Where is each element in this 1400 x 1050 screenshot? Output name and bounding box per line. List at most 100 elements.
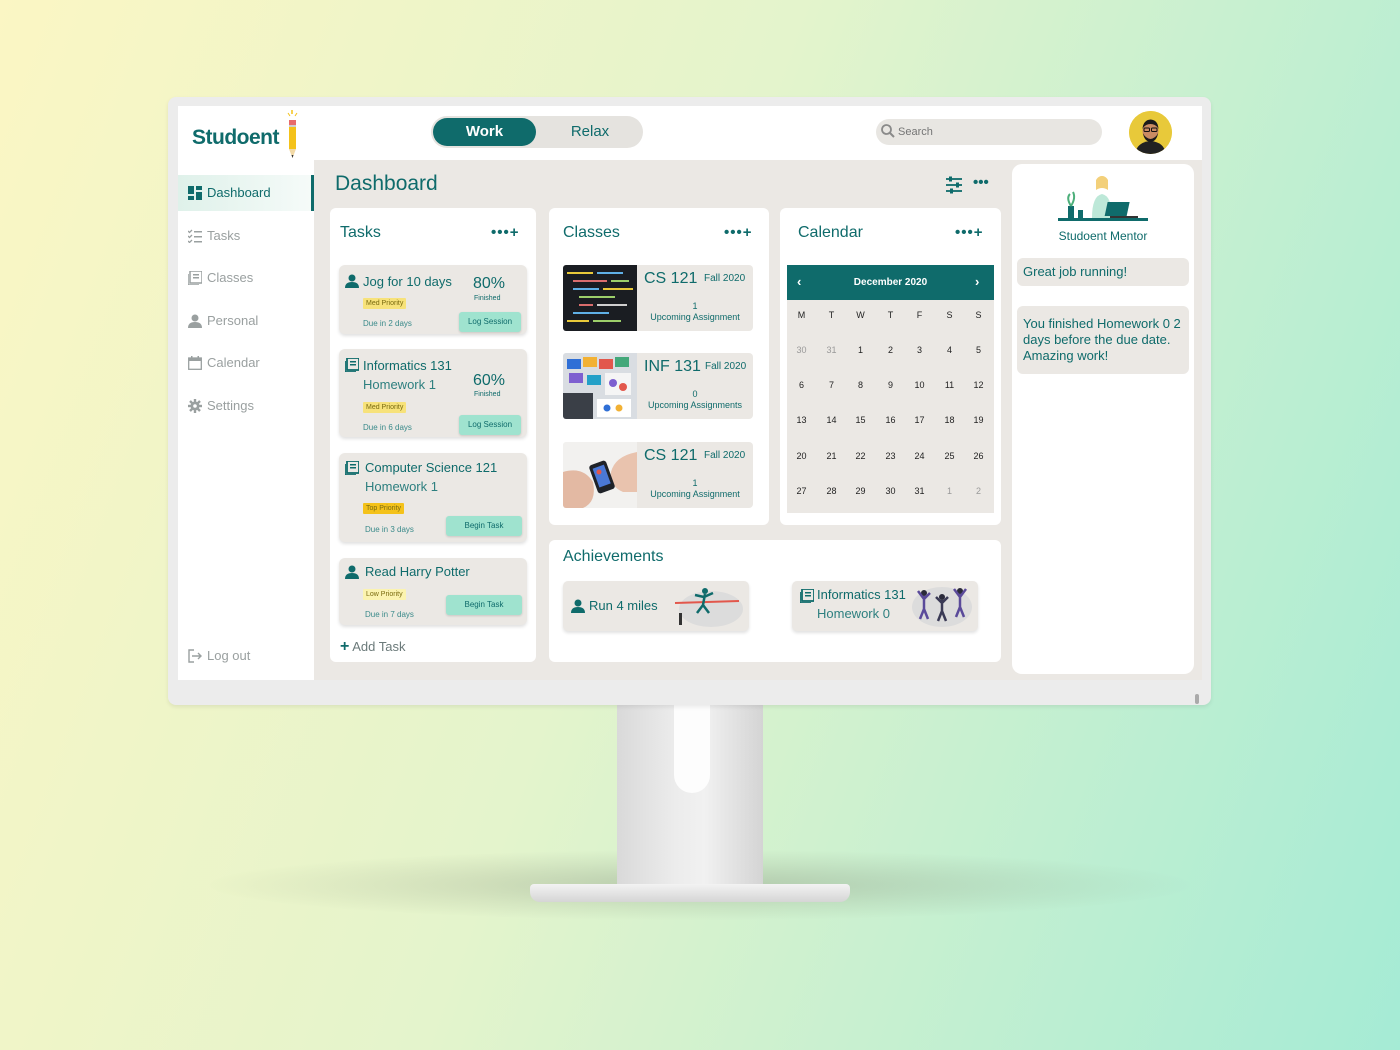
calendar-day[interactable]: 14: [817, 415, 846, 425]
task-title: Computer Science 121: [365, 460, 498, 475]
weekday-label: M: [797, 310, 806, 320]
next-month-button[interactable]: ›: [975, 274, 979, 289]
task-card[interactable]: Informatics 131 Homework 1 60% Finished …: [339, 349, 527, 437]
calendar-day[interactable]: 13: [787, 415, 816, 425]
more-options-icon[interactable]: •••: [973, 174, 989, 191]
calendar-day[interactable]: 8: [846, 380, 875, 390]
calendar-day[interactable]: 30: [787, 345, 816, 355]
avatar-image: [1129, 111, 1172, 154]
relax-mode-button[interactable]: Relax: [539, 118, 641, 146]
priority-badge: Med Priority: [363, 298, 407, 309]
calendar-day[interactable]: 19: [964, 415, 993, 425]
sidebar-item-classes[interactable]: Classes: [178, 260, 314, 296]
assignment-label: Upcoming Assignment: [650, 312, 740, 322]
log-session-button[interactable]: Log Session: [459, 312, 521, 332]
work-relax-toggle: Work Relax: [431, 116, 643, 148]
task-card[interactable]: Computer Science 121 Homework 1 Top Prio…: [339, 453, 527, 542]
task-card[interactable]: Read Harry Potter Low Priority Due in 7 …: [339, 558, 527, 625]
person-icon: [345, 274, 359, 288]
sidebar-item-settings[interactable]: Settings: [178, 388, 314, 424]
calendar-day[interactable]: 27: [787, 486, 816, 496]
calendar-day[interactable]: 10: [905, 380, 934, 390]
calendar-day[interactable]: 2: [876, 345, 905, 355]
sidebar-item-tasks[interactable]: Tasks: [178, 218, 314, 254]
task-card[interactable]: Jog for 10 days 80% Finished Med Priorit…: [339, 265, 527, 334]
calendar-day[interactable]: 9: [876, 380, 905, 390]
calendar-day[interactable]: 31: [817, 345, 846, 355]
add-icon[interactable]: +: [743, 224, 753, 241]
mentor-panel: Studoent Mentor Great job running! You f…: [1012, 164, 1194, 674]
calendar-day[interactable]: 4: [935, 345, 964, 355]
assignment-label: Upcoming Assignments: [647, 400, 743, 410]
calendar-day[interactable]: 20: [787, 451, 816, 461]
more-options-icon[interactable]: •••: [724, 224, 743, 241]
calendar-day[interactable]: 1: [935, 486, 964, 496]
sidebar-item-personal[interactable]: Personal: [178, 303, 314, 339]
filter-sliders-icon[interactable]: [945, 176, 963, 194]
begin-task-button[interactable]: Begin Task: [446, 516, 522, 536]
task-subtitle: Homework 1: [365, 479, 438, 494]
assignment-count: 0: [692, 389, 698, 399]
sidebar: Dashboard Tasks Classes Personal Calenda…: [178, 160, 314, 680]
calendar-day[interactable]: 21: [817, 451, 846, 461]
calendar-day[interactable]: 24: [905, 451, 934, 461]
priority-badge: Top Priority: [363, 503, 405, 514]
task-percent: 80%: [473, 275, 506, 292]
add-icon: +: [340, 638, 350, 655]
calendar-day[interactable]: 31: [905, 486, 934, 496]
calendar-day[interactable]: 5: [964, 345, 993, 355]
add-icon[interactable]: +: [974, 224, 984, 241]
user-avatar[interactable]: [1129, 111, 1172, 154]
more-options-icon[interactable]: •••: [955, 224, 974, 241]
task-finished-label: Finished: [474, 295, 501, 302]
calendar-day[interactable]: 18: [935, 415, 964, 425]
calendar-day[interactable]: 29: [846, 486, 875, 496]
calendar-day[interactable]: 7: [817, 380, 846, 390]
calendar-grid: M T W T F S S 30 31 1 2 3 4 5 6 7 8 9 10…: [787, 300, 994, 513]
task-title: Jog for 10 days: [363, 274, 452, 289]
log-session-button[interactable]: Log Session: [459, 415, 521, 435]
mentor-illustration: [1058, 176, 1148, 221]
class-code: INF 131: [644, 358, 701, 375]
calendar-day[interactable]: 1: [846, 345, 875, 355]
app-logo[interactable]: Studoent: [192, 126, 279, 150]
work-mode-button[interactable]: Work: [433, 118, 536, 146]
mentor-message: Great job running!: [1017, 258, 1189, 286]
calendar-day[interactable]: 15: [846, 415, 875, 425]
more-options-icon[interactable]: •••: [491, 224, 510, 241]
achievement-item[interactable]: Run 4 miles: [563, 581, 749, 631]
achievement-item[interactable]: Informatics 131 Homework 0: [792, 581, 978, 631]
sidebar-item-dashboard[interactable]: Dashboard: [178, 175, 314, 211]
tasks-actions: •••+: [491, 224, 520, 241]
begin-task-button[interactable]: Begin Task: [446, 595, 522, 615]
class-card[interactable]: INF 131 Fall 2020 0 Upcoming Assignments: [563, 353, 753, 419]
calendar-icon: [188, 356, 202, 370]
calendar-day[interactable]: 23: [876, 451, 905, 461]
calendar-day[interactable]: 3: [905, 345, 934, 355]
sidebar-item-label: Dashboard: [207, 185, 271, 200]
calendar-day[interactable]: 17: [905, 415, 934, 425]
weekday-label: S: [946, 310, 953, 320]
calendar-day[interactable]: 28: [817, 486, 846, 496]
add-icon[interactable]: +: [510, 224, 520, 241]
logout-button[interactable]: Log out: [178, 638, 314, 674]
search-input[interactable]: [898, 119, 1088, 145]
class-card[interactable]: CS 121 Fall 2020 1 Upcoming Assignment: [563, 442, 753, 508]
calendar-day[interactable]: 11: [935, 380, 964, 390]
sidebar-item-label: Classes: [207, 270, 254, 285]
class-code: CS 121: [644, 447, 698, 464]
calendar-day[interactable]: 30: [876, 486, 905, 496]
class-card[interactable]: CS 121 Fall 2020 1 Upcoming Assignment: [563, 265, 753, 331]
design-swatches-image: [563, 353, 637, 419]
calendar-day[interactable]: 22: [846, 451, 875, 461]
calendar-day[interactable]: 26: [964, 451, 993, 461]
calendar-day[interactable]: 2: [964, 486, 993, 496]
assignment-count: 1: [692, 301, 698, 311]
task-title: Read Harry Potter: [365, 564, 470, 579]
calendar-day[interactable]: 12: [964, 380, 993, 390]
calendar-day[interactable]: 25: [935, 451, 964, 461]
add-task-button[interactable]: + Add Task: [340, 638, 406, 656]
sidebar-item-calendar[interactable]: Calendar: [178, 345, 314, 381]
calendar-day[interactable]: 6: [787, 380, 816, 390]
calendar-day[interactable]: 16: [876, 415, 905, 425]
